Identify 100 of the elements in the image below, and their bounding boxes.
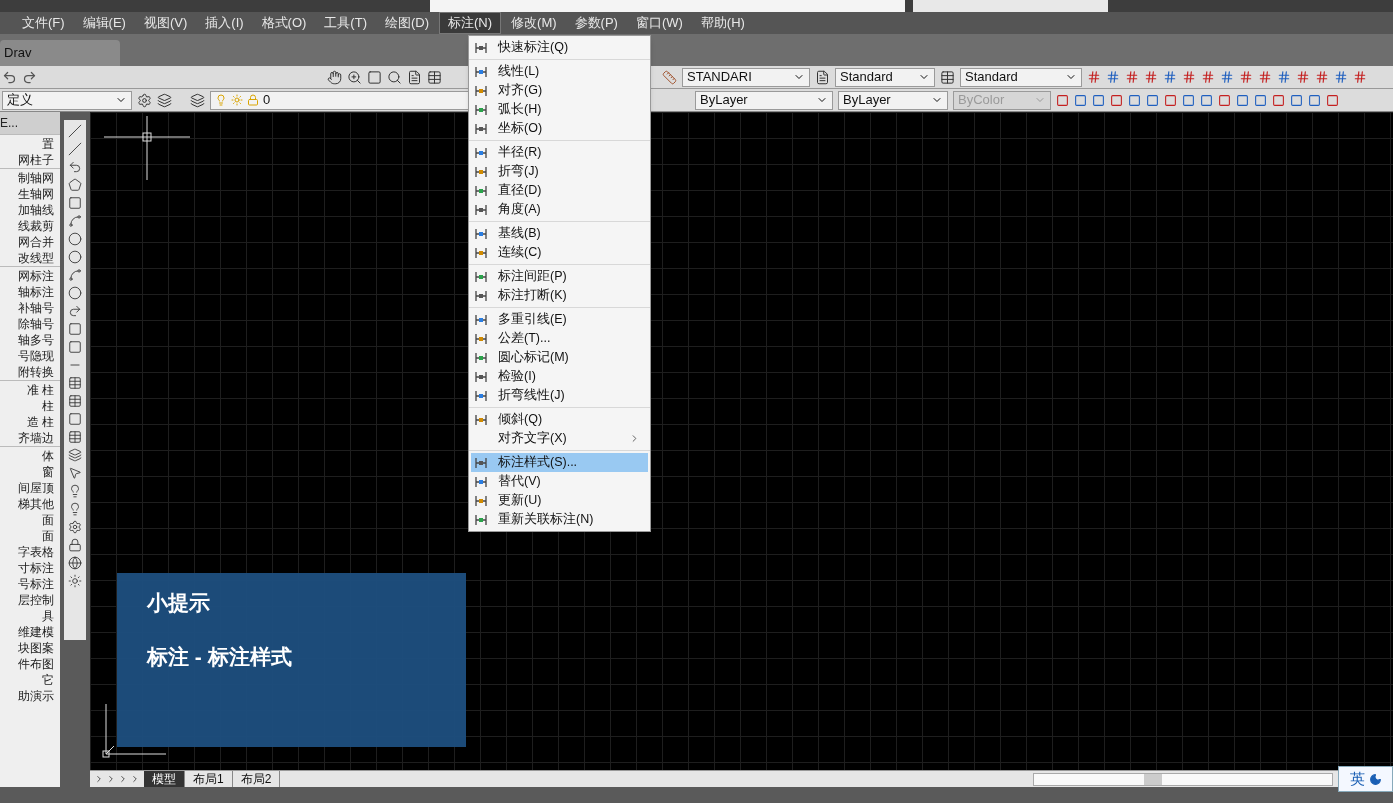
menu-entry[interactable]: 圆心标记(M) xyxy=(471,348,648,367)
panel-item[interactable]: 间屋顶 xyxy=(18,480,54,496)
dimension-tool-icon[interactable] xyxy=(1144,70,1158,84)
panel-item[interactable]: 号标注 xyxy=(18,576,54,592)
gear-icon[interactable] xyxy=(137,92,152,108)
menu-entry[interactable]: 标注样式(S)... xyxy=(471,453,648,472)
dimension-tool-icon[interactable] xyxy=(1106,70,1120,84)
ruler-icon[interactable] xyxy=(662,69,677,85)
dim-style-dropdown[interactable]: Standard xyxy=(835,67,935,87)
draw-tool-icon[interactable] xyxy=(68,286,82,300)
dimension-tool-icon[interactable] xyxy=(1239,70,1253,84)
menu-entry[interactable]: 直径(D) xyxy=(471,181,648,200)
draw-tool-icon[interactable] xyxy=(68,196,82,210)
draw-tool-icon[interactable] xyxy=(68,268,82,282)
draw-tool-icon[interactable] xyxy=(68,322,82,336)
panel-item[interactable]: 网标注 xyxy=(18,268,54,284)
draw-tool-icon[interactable] xyxy=(68,574,82,588)
panel-item[interactable]: 面 xyxy=(42,512,54,528)
draw-tool-icon[interactable] xyxy=(68,142,82,156)
panel-item[interactable]: 补轴号 xyxy=(18,300,54,316)
draw-tool-icon[interactable] xyxy=(68,502,82,516)
toolbar-square-icon[interactable] xyxy=(1326,93,1339,107)
draw-tool-icon[interactable] xyxy=(68,412,82,426)
dimension-tool-icon[interactable] xyxy=(1334,70,1348,84)
dimension-tool-icon[interactable] xyxy=(1125,70,1139,84)
layers-icon[interactable] xyxy=(190,92,205,108)
menu-item[interactable]: 编辑(E) xyxy=(74,12,134,34)
menu-entry[interactable]: 快速标注(Q) xyxy=(471,38,648,57)
draw-tool-icon[interactable] xyxy=(68,448,82,462)
menu-entry[interactable]: 坐标(O) xyxy=(471,119,648,138)
lineweight-dropdown[interactable]: ByLayer xyxy=(838,90,948,110)
hand-icon[interactable] xyxy=(327,69,342,85)
dimension-tool-icon[interactable] xyxy=(1201,70,1215,84)
file-tab[interactable]: Drav xyxy=(0,40,120,66)
toolbar-square-icon[interactable] xyxy=(1092,93,1105,107)
menu-item[interactable]: 标注(N) xyxy=(439,12,502,34)
draw-tool-icon[interactable] xyxy=(68,466,82,480)
panel-item[interactable]: 加轴线 xyxy=(18,202,54,218)
dimension-tool-icon[interactable] xyxy=(1220,70,1234,84)
dimension-tool-icon[interactable] xyxy=(1182,70,1196,84)
panel-item[interactable]: 寸标注 xyxy=(18,560,54,576)
menu-entry[interactable]: 倾斜(Q) xyxy=(471,410,648,429)
draw-tool-icon[interactable] xyxy=(68,178,82,192)
panel-item[interactable]: 块图案 xyxy=(18,640,54,656)
dimension-tool-icon[interactable] xyxy=(1277,70,1291,84)
menu-item[interactable]: 绘图(D) xyxy=(376,12,437,34)
linetype-dropdown[interactable]: ByLayer xyxy=(695,90,833,110)
menu-entry[interactable]: 对齐文字(X) xyxy=(471,429,648,448)
menu-entry[interactable]: 公差(T)... xyxy=(471,329,648,348)
menu-item[interactable]: 帮助(H) xyxy=(692,12,753,34)
menu-item[interactable]: 视图(V) xyxy=(135,12,196,34)
panel-item[interactable]: 生轴网 xyxy=(18,186,54,202)
panel-item[interactable]: 柱 xyxy=(42,398,54,414)
search-icon[interactable] xyxy=(387,69,402,85)
draw-tool-icon[interactable] xyxy=(68,538,82,552)
panel-item[interactable]: 窗 xyxy=(42,464,54,480)
panel-item[interactable]: 置 xyxy=(42,136,54,152)
menu-entry[interactable]: 连续(C) xyxy=(471,243,648,262)
draw-tool-icon[interactable] xyxy=(68,250,82,264)
document-icon[interactable] xyxy=(407,69,422,85)
menu-entry[interactable]: 重新关联标注(N) xyxy=(471,510,648,529)
dimension-tool-icon[interactable] xyxy=(1315,70,1329,84)
panel-item[interactable]: 体 xyxy=(42,448,54,464)
draw-tool-icon[interactable] xyxy=(68,124,82,138)
layers-icon[interactable] xyxy=(157,92,172,108)
menu-item[interactable]: 参数(P) xyxy=(566,12,626,34)
panel-item[interactable]: 轴标注 xyxy=(18,284,54,300)
table-icon[interactable] xyxy=(427,69,442,85)
toolbar-square-icon[interactable] xyxy=(1236,93,1249,107)
draw-tool-icon[interactable] xyxy=(68,214,82,228)
menu-entry[interactable]: 折弯线性(J) xyxy=(471,386,648,405)
table-style-dropdown[interactable]: Standard xyxy=(960,67,1082,87)
menu-item[interactable]: 文件(F) xyxy=(14,12,73,34)
draw-tool-icon[interactable] xyxy=(68,304,82,318)
panel-item[interactable]: 造 柱 xyxy=(26,414,54,430)
toolbar-square-icon[interactable] xyxy=(1128,93,1141,107)
undo-icon[interactable] xyxy=(2,69,17,85)
draw-tool-icon[interactable] xyxy=(68,160,82,174)
dimension-tool-icon[interactable] xyxy=(1163,70,1177,84)
toolbar-square-icon[interactable] xyxy=(1110,93,1123,107)
panel-item[interactable]: 梯其他 xyxy=(18,496,54,512)
menu-entry[interactable]: 标注打断(K) xyxy=(471,286,648,305)
menu-entry[interactable]: 基线(B) xyxy=(471,224,648,243)
panel-item[interactable]: 准 柱 xyxy=(26,382,54,398)
panel-item[interactable]: 号隐现 xyxy=(18,348,54,364)
layout-tab[interactable]: 模型 xyxy=(144,771,185,787)
menu-item[interactable]: 工具(T) xyxy=(316,12,375,34)
draw-tool-icon[interactable] xyxy=(68,556,82,570)
draw-tool-icon[interactable] xyxy=(68,484,82,498)
document-icon[interactable] xyxy=(815,69,830,85)
toolbar-square-icon[interactable] xyxy=(1290,93,1303,107)
dimension-tool-icon[interactable] xyxy=(1353,70,1367,84)
menu-item[interactable]: 插入(I) xyxy=(197,12,252,34)
panel-item[interactable]: 线裁剪 xyxy=(18,218,54,234)
menu-entry[interactable]: 替代(V) xyxy=(471,472,648,491)
menu-item[interactable]: 格式(O) xyxy=(253,12,315,34)
zoom-in-icon[interactable] xyxy=(347,69,362,85)
toolbar-square-icon[interactable] xyxy=(1200,93,1213,107)
toolbar-square-icon[interactable] xyxy=(1308,93,1321,107)
ime-indicator[interactable]: 英 xyxy=(1338,766,1393,792)
